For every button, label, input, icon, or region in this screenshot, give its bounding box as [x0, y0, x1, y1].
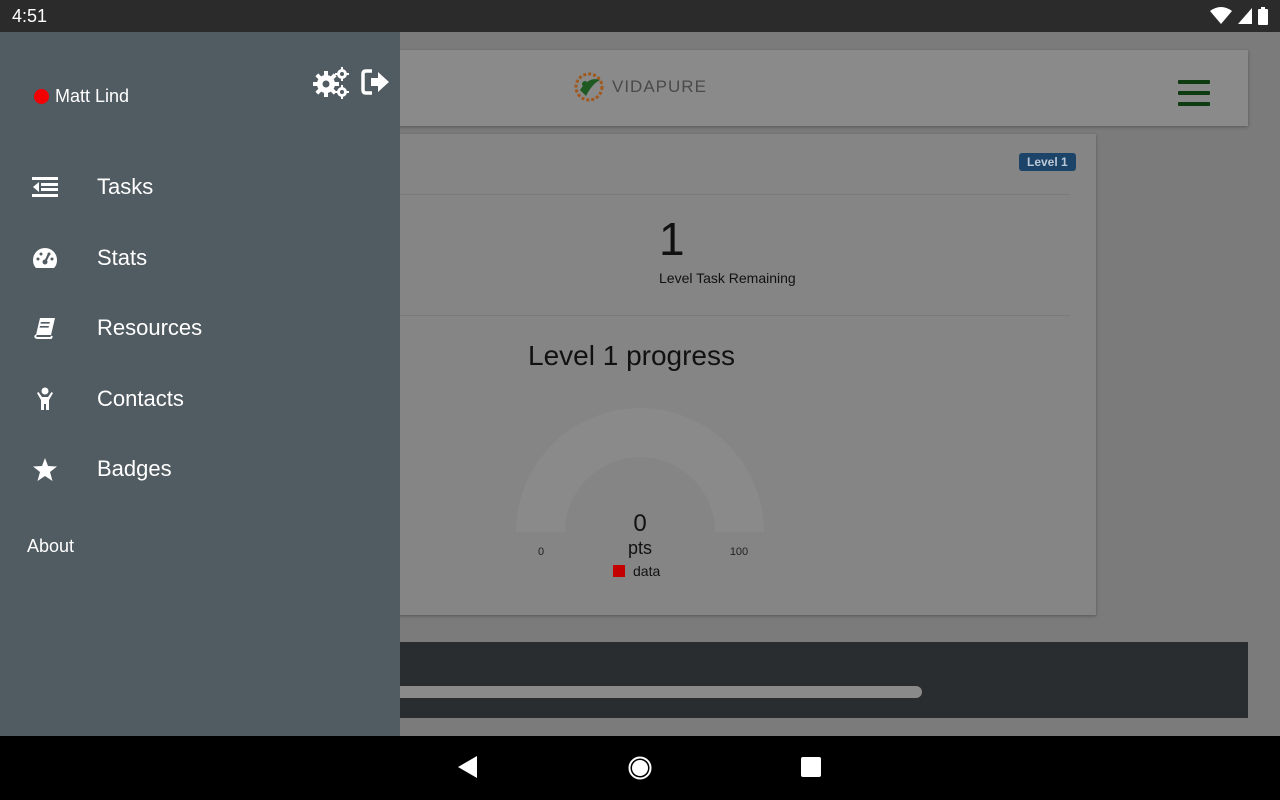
gauge-min-label: 0	[538, 546, 544, 558]
about-link[interactable]: About	[27, 536, 74, 557]
dashboard-icon	[32, 245, 58, 271]
navigation-drawer: Matt Lind Tasks Stats Resources Contacts…	[0, 32, 400, 736]
drawer-item-label: Contacts	[97, 385, 184, 411]
home-circle-icon	[628, 756, 652, 780]
back-button[interactable]	[458, 756, 478, 783]
legend-swatch	[613, 565, 625, 577]
drawer-item-contacts[interactable]: Contacts	[0, 364, 400, 435]
system-nav-bar	[0, 736, 1280, 800]
drawer-item-stats[interactable]: Stats	[0, 223, 400, 294]
menu-hamburger-icon[interactable]	[1178, 80, 1210, 106]
tasks-icon	[32, 174, 58, 200]
star-icon	[32, 456, 58, 482]
online-status-dot	[34, 89, 49, 104]
logo-icon	[574, 72, 604, 102]
book-icon	[32, 315, 58, 341]
logout-button[interactable]	[361, 68, 391, 101]
person-icon	[32, 386, 58, 412]
cell-signal-icon	[1238, 8, 1252, 24]
legend-label: data	[633, 563, 660, 579]
drawer-item-resources[interactable]: Resources	[0, 293, 400, 364]
remaining-label: Level Task Remaining	[659, 270, 796, 286]
drawer-menu: Tasks Stats Resources Contacts Badges	[0, 152, 400, 505]
status-bar: 4:51	[0, 0, 1280, 32]
progress-title: Level 1 progress	[528, 340, 736, 371]
gauge-max-label: 100	[730, 546, 748, 558]
drawer-item-badges[interactable]: Badges	[0, 434, 400, 505]
drawer-item-tasks[interactable]: Tasks	[0, 152, 400, 223]
gauge-value-label: 0	[633, 510, 646, 537]
gears-icon	[313, 67, 349, 99]
recents-square-icon	[801, 757, 821, 777]
drawer-item-label: Tasks	[97, 174, 154, 200]
settings-button[interactable]	[312, 66, 350, 105]
wifi-icon	[1210, 7, 1232, 24]
level-badge: Level 1	[1019, 153, 1076, 171]
user-profile: Matt Lind	[34, 86, 129, 107]
system-icons	[1210, 7, 1268, 25]
drawer-item-label: Stats	[97, 244, 148, 270]
back-triangle-icon	[458, 756, 477, 778]
bottom-progress-track	[380, 686, 922, 698]
home-button[interactable]	[628, 756, 652, 785]
battery-icon	[1258, 7, 1268, 25]
remaining-count: 1	[659, 213, 685, 265]
logo-text: VIDAPURE	[612, 77, 707, 96]
user-name: Matt Lind	[55, 86, 130, 106]
drawer-item-label: Resources	[97, 315, 203, 341]
gauge-chart: 0 pts 0 100 data	[516, 408, 764, 579]
recents-button[interactable]	[800, 756, 822, 783]
vidapure-logo: VIDAPURE	[572, 70, 707, 104]
sign-out-icon	[361, 69, 389, 95]
status-time: 4:51	[12, 6, 48, 26]
gauge-unit-label: pts	[628, 538, 652, 558]
drawer-item-label: Badges	[97, 456, 172, 482]
